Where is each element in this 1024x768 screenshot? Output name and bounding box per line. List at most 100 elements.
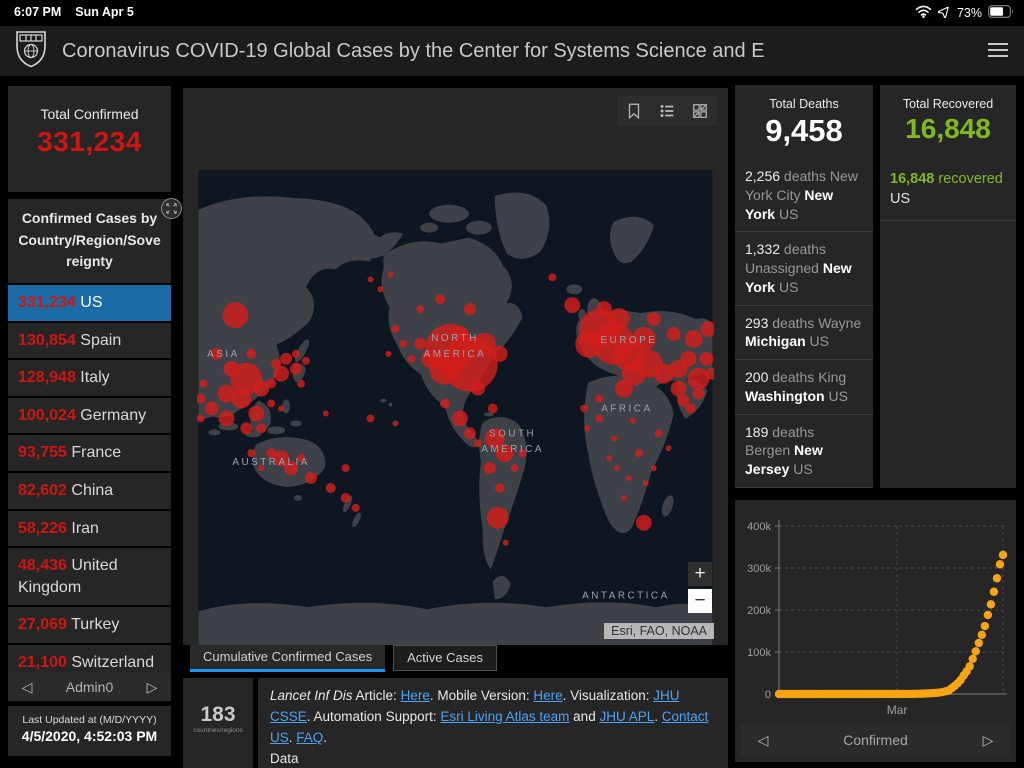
footer-link[interactable]: Here (533, 688, 562, 703)
case-bubble[interactable] (435, 294, 446, 305)
case-bubble[interactable] (304, 472, 317, 485)
bookmark-icon[interactable] (625, 102, 643, 120)
case-bubble[interactable] (548, 273, 557, 282)
case-bubble[interactable] (580, 404, 589, 413)
case-bubble[interactable] (416, 305, 425, 314)
death-row[interactable]: 1,332 deaths Unassigned New York US (735, 232, 873, 306)
case-bubble[interactable] (596, 301, 613, 318)
case-bubble[interactable] (470, 381, 485, 396)
case-bubble[interactable] (366, 414, 375, 423)
case-bubble[interactable] (584, 425, 591, 432)
case-bubble[interactable] (463, 427, 476, 440)
case-bubble[interactable] (199, 379, 208, 388)
chart-data-point[interactable] (971, 647, 980, 656)
case-bubble[interactable] (290, 362, 302, 375)
tab-cumulative-confirmed[interactable]: Cumulative Confirmed Cases (190, 645, 386, 672)
case-bubble[interactable] (452, 410, 468, 427)
case-bubble[interactable] (670, 380, 687, 397)
chart-data-point[interactable] (986, 600, 996, 609)
case-bubble[interactable] (483, 462, 496, 475)
case-bubble[interactable] (699, 351, 714, 366)
case-bubble[interactable] (351, 503, 360, 512)
case-bubble[interactable] (491, 345, 508, 362)
expand-panel-icon[interactable] (161, 198, 182, 219)
case-bubble[interactable] (204, 401, 219, 416)
case-bubble[interactable] (322, 410, 329, 417)
case-bubble[interactable] (377, 286, 384, 293)
case-bubble[interactable] (325, 483, 336, 493)
case-bubble[interactable] (256, 423, 267, 434)
death-row[interactable]: 2,256 deaths New York City New York US (735, 159, 873, 233)
footer-link[interactable]: Here (401, 688, 430, 703)
country-row[interactable]: 100,024 Germany (8, 397, 171, 434)
country-row[interactable]: 93,755 France (8, 435, 171, 472)
case-bubble[interactable] (387, 271, 394, 278)
case-bubble[interactable] (218, 410, 235, 427)
case-bubble[interactable] (634, 449, 643, 458)
case-bubble[interactable] (440, 398, 451, 409)
case-bubble[interactable] (635, 514, 652, 531)
country-row[interactable]: 27,069 Turkey (8, 607, 171, 643)
tab-active-cases[interactable]: Active Cases (393, 645, 497, 671)
footer-link[interactable]: Esri Living Atlas team (440, 709, 569, 724)
world-map[interactable]: ASIA NORTH AMERICA EUROPE AFRICA SOUTH AMERICA… (197, 170, 714, 645)
case-bubble[interactable] (486, 506, 509, 529)
case-bubble[interactable] (301, 356, 310, 365)
death-row[interactable]: 189 deaths Bergen New Jersey US (735, 415, 873, 488)
case-bubble[interactable] (666, 327, 681, 341)
case-bubble[interactable] (280, 352, 293, 365)
case-bubble[interactable] (502, 539, 509, 546)
case-bubble[interactable] (391, 325, 400, 333)
case-bubble[interactable] (575, 329, 604, 358)
case-bubble[interactable] (625, 475, 632, 482)
case-bubble[interactable] (595, 394, 604, 403)
zoom-in-button[interactable]: + (688, 562, 712, 586)
case-bubble[interactable] (240, 422, 253, 435)
case-bubble[interactable] (385, 350, 392, 357)
case-bubble[interactable] (341, 464, 350, 473)
case-bubble[interactable] (669, 359, 688, 378)
case-bubble[interactable] (665, 445, 672, 452)
chart-data-point[interactable] (977, 630, 987, 640)
basemap-grid-icon[interactable] (691, 102, 709, 120)
case-bubble[interactable] (595, 414, 604, 423)
case-bubble[interactable] (222, 302, 249, 329)
country-row[interactable]: 130,854 Spain (8, 322, 171, 359)
case-bubble[interactable] (246, 348, 257, 359)
case-bubble[interactable] (399, 339, 408, 348)
case-bubble[interactable] (267, 399, 276, 408)
case-bubble[interactable] (510, 464, 519, 473)
chart-data-point[interactable] (998, 550, 1008, 560)
death-row[interactable]: 200 deaths King Washington US (735, 360, 873, 415)
country-row[interactable]: 58,226 Iran (8, 510, 171, 547)
next-arrow-icon[interactable]: ▷ (133, 679, 171, 696)
case-bubble[interactable] (223, 360, 240, 377)
case-bubble[interactable] (197, 414, 205, 423)
footer-link[interactable]: FAQ (296, 730, 323, 745)
case-bubble[interactable] (487, 403, 498, 414)
case-bubble[interactable] (614, 379, 633, 398)
prev-arrow-icon[interactable]: ◁ (741, 732, 785, 749)
case-bubble[interactable] (646, 312, 661, 327)
case-bubble[interactable] (494, 483, 505, 493)
country-row[interactable]: 48,436 United Kingdom (8, 548, 171, 606)
case-bubble[interactable] (692, 387, 705, 400)
chart-data-point[interactable] (995, 560, 1005, 569)
case-bubble[interactable] (248, 405, 265, 422)
case-bubble[interactable] (684, 329, 703, 348)
case-bubble[interactable] (606, 455, 613, 462)
legend-list-icon[interactable] (658, 102, 676, 120)
chart-data-point[interactable] (989, 587, 999, 596)
case-bubble[interactable] (685, 403, 696, 414)
case-bubble[interactable] (266, 378, 277, 389)
footer-link[interactable]: JHU APL (599, 709, 654, 724)
case-bubble[interactable] (367, 276, 374, 283)
hamburger-menu-icon[interactable] (988, 43, 1008, 57)
chart-data-point[interactable] (965, 662, 974, 671)
chart-data-point[interactable] (968, 654, 977, 663)
chart-data-point[interactable] (980, 621, 990, 631)
case-bubble[interactable] (407, 354, 416, 363)
country-row[interactable]: 21,100 Switzerland (8, 645, 171, 673)
chart-data-point[interactable] (974, 638, 983, 648)
case-bubble[interactable] (392, 420, 399, 427)
